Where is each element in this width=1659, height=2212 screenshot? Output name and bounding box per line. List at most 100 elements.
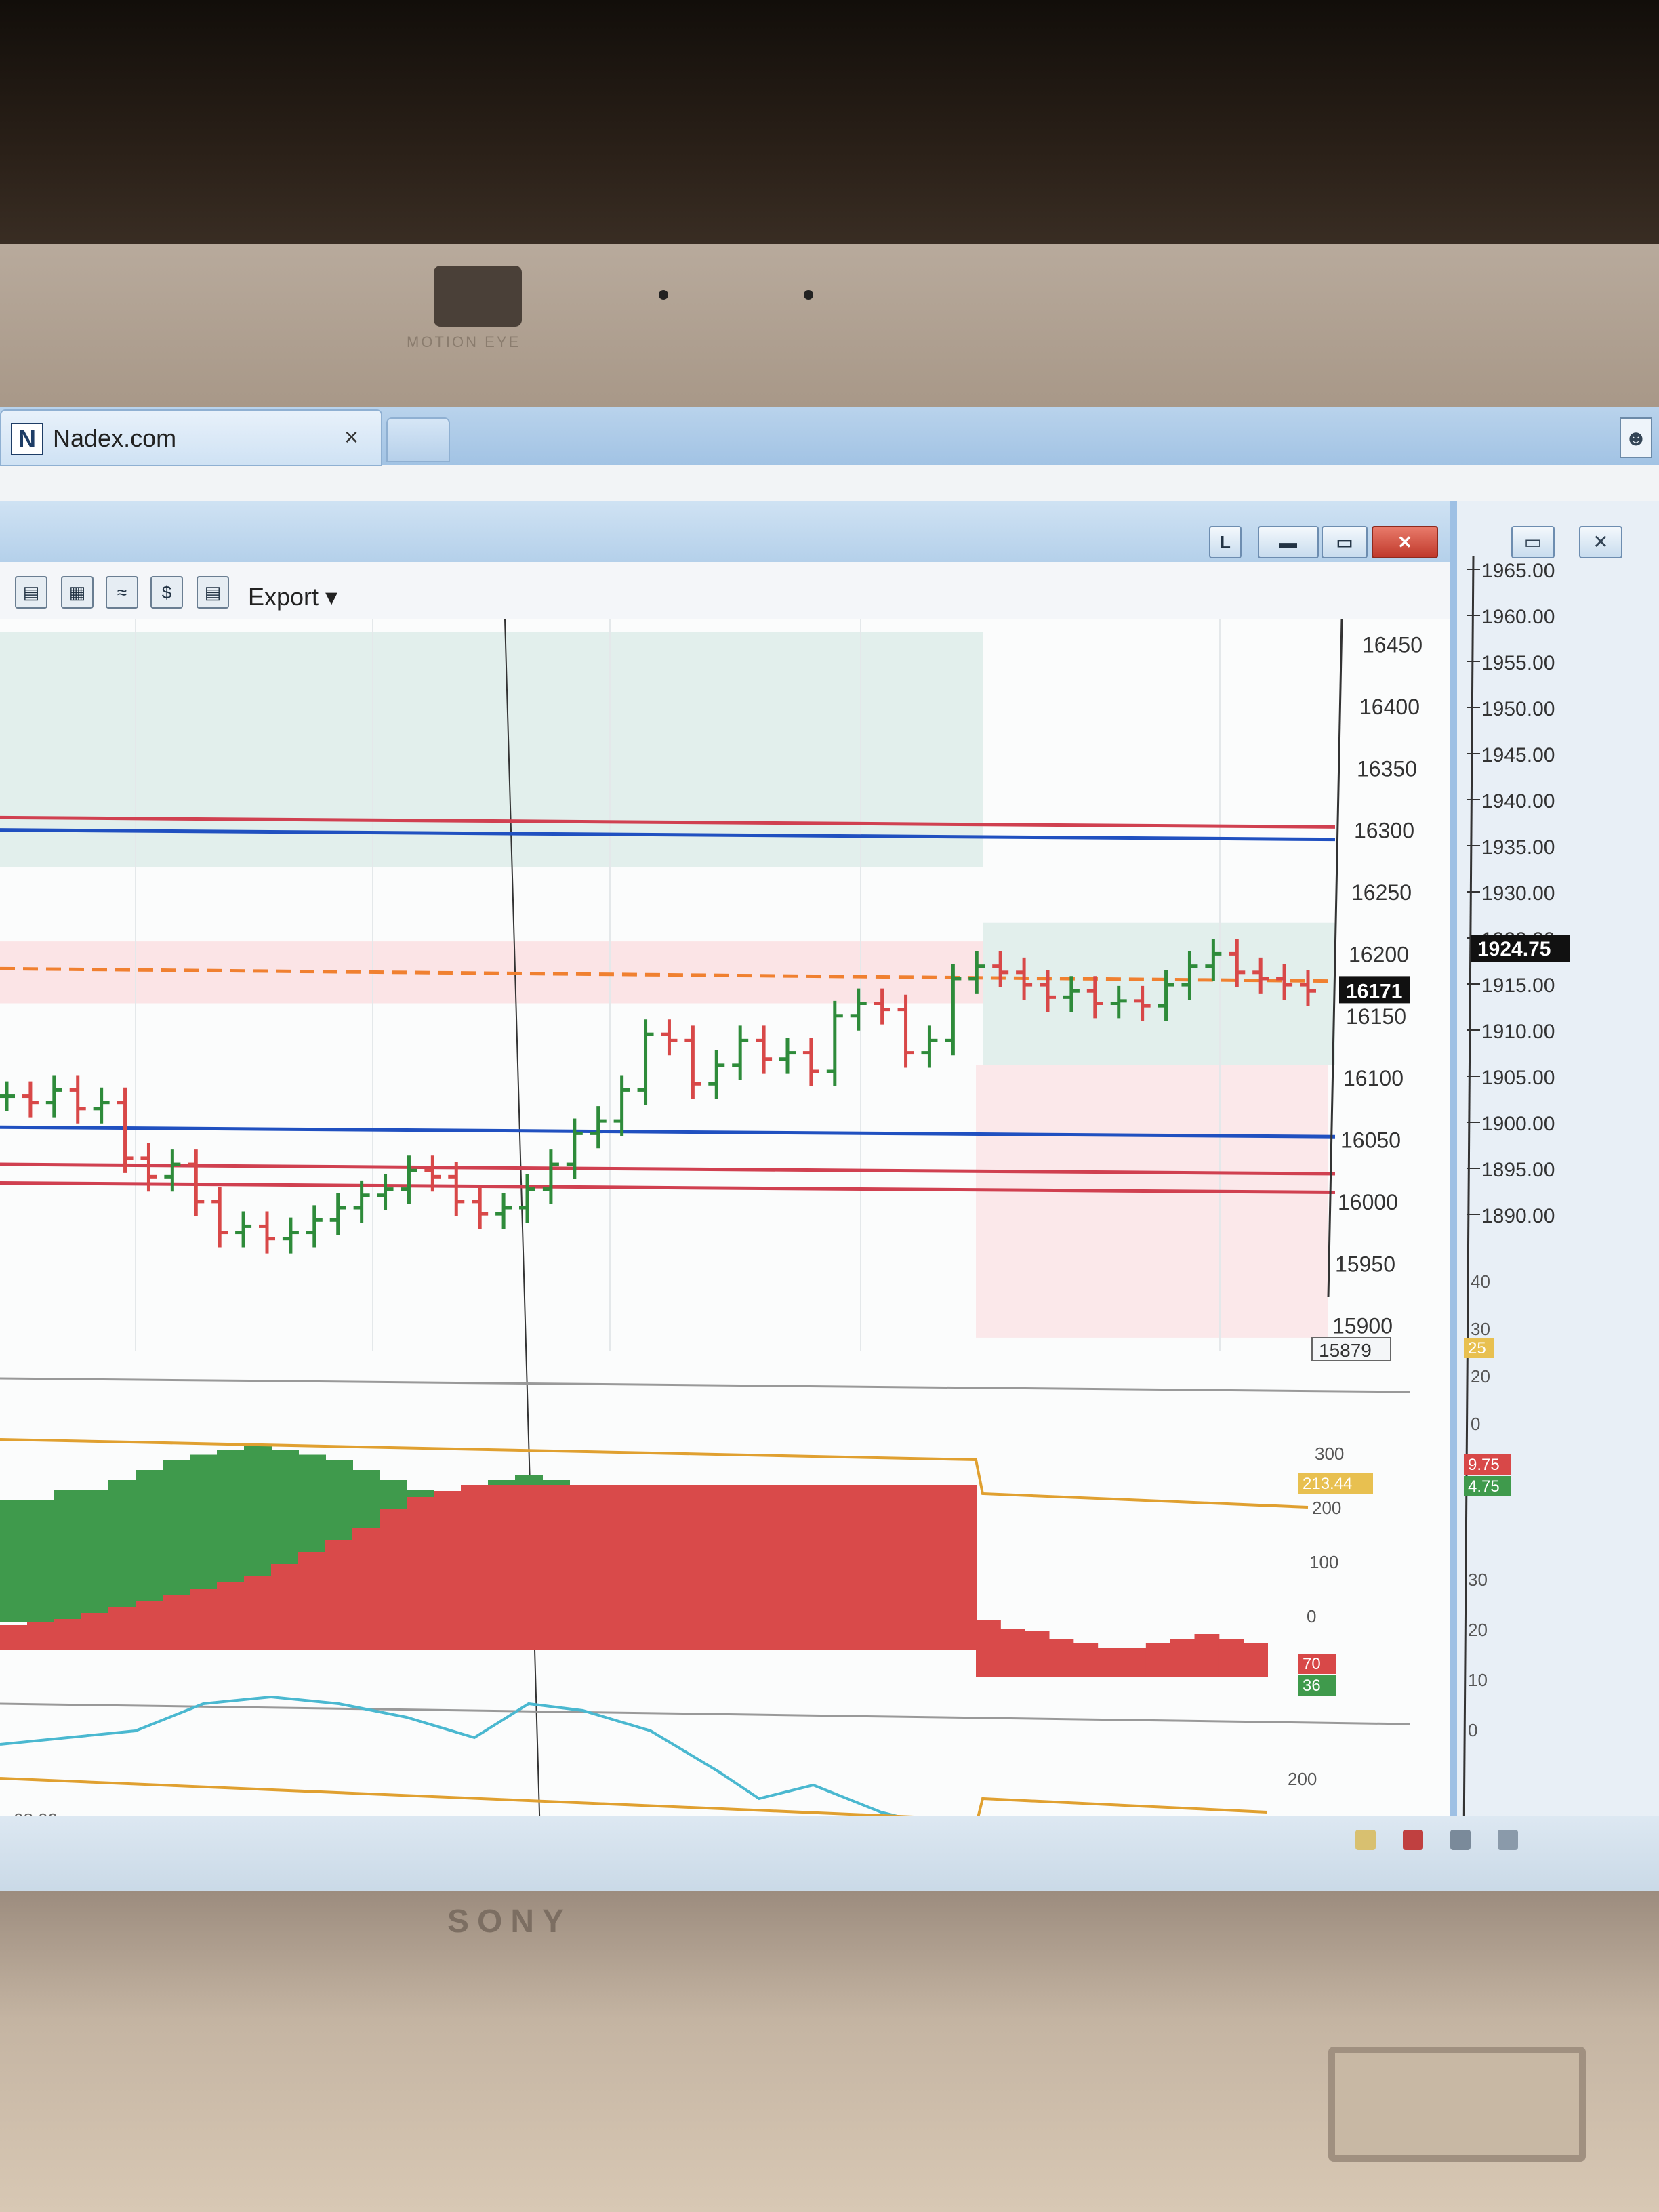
side-indicator-tick: 30	[1468, 1570, 1488, 1590]
ohlc-bar	[329, 1193, 346, 1235]
ohlc-bar	[661, 1019, 678, 1056]
price-tick-label: 15950	[1335, 1252, 1395, 1276]
panel-divider	[0, 1702, 1410, 1725]
ohlc-bar	[495, 1193, 512, 1229]
ohlc-bar	[211, 1186, 228, 1248]
close-button[interactable]: ✕	[1372, 526, 1438, 558]
volume-bar-red	[1170, 1639, 1195, 1677]
browser-tab[interactable]: N Nadex.com ×	[0, 409, 382, 466]
side-price-label: 1945.00	[1481, 744, 1555, 766]
side-price-label: 1915.00	[1481, 975, 1555, 997]
volume-bar-green	[0, 1500, 28, 1622]
volume-tick-label: 300	[1315, 1443, 1344, 1464]
ohlc-bar	[613, 1075, 630, 1136]
side-price-label: 1960.00	[1481, 606, 1555, 628]
ohlc-bar	[69, 1075, 86, 1124]
side-close-button[interactable]: ✕	[1579, 526, 1622, 558]
volume-bar-red	[407, 1497, 434, 1650]
ohlc-bar	[448, 1162, 465, 1216]
volume-bar-red	[488, 1485, 516, 1650]
bars-chart-icon[interactable]: ▤	[15, 576, 47, 609]
price-tick-label: 16150	[1346, 1004, 1406, 1029]
volume-bar-red	[542, 1485, 570, 1650]
volume-bar-green	[27, 1500, 55, 1622]
volume-bar-red	[1122, 1648, 1147, 1677]
tab-close-icon[interactable]: ×	[344, 423, 359, 451]
candles-chart-icon[interactable]: ▦	[61, 576, 94, 609]
volume-bar-red	[867, 1485, 895, 1650]
volume-bar-red	[1073, 1643, 1099, 1677]
shaded-zone	[983, 922, 1335, 1065]
volume-bar-red	[895, 1485, 922, 1650]
laptop-screen: N Nadex.com × ☻ L ▬ ▭ ✕ ▤ ▦ ≈ $ ▤ Export…	[0, 407, 1659, 1898]
volume-bar-red	[949, 1485, 977, 1650]
led-indicator	[804, 290, 813, 300]
volume-bar-red	[1145, 1643, 1171, 1677]
template-icon[interactable]: ▤	[197, 576, 229, 609]
price-tick-label: 16300	[1354, 819, 1414, 843]
side-indicator-tick: 20	[1468, 1620, 1488, 1640]
volume-badge-label: 213.44	[1303, 1475, 1352, 1493]
volume-bar-red	[27, 1622, 55, 1650]
new-tab-button[interactable]	[386, 417, 450, 462]
side-volume-tick: 0	[1471, 1414, 1480, 1434]
volume-bar-red	[163, 1595, 190, 1650]
price-tick-label: 16200	[1349, 942, 1409, 966]
chart-area[interactable]: 16450 16400 16350 16300 16250 16200 16150 16100…	[0, 619, 1450, 1898]
volume-badge-label: 70	[1303, 1655, 1321, 1673]
ohlc-bar	[45, 1075, 62, 1118]
volume-bar-green	[136, 1470, 163, 1622]
volume-bar-red	[190, 1589, 218, 1650]
side-indicator-tick: 0	[1468, 1720, 1477, 1740]
volume-bar-green	[54, 1490, 82, 1622]
volume-bar-red	[1048, 1639, 1074, 1677]
index-chart[interactable]: 1965.00 1960.00 1955.00 1950.00 1945.00 1940.…	[1457, 556, 1659, 1884]
tray-network-icon[interactable]	[1498, 1830, 1518, 1850]
volume-bar-red	[54, 1619, 82, 1650]
volume-bar-red	[1000, 1629, 1025, 1677]
tray-volume-icon[interactable]	[1450, 1830, 1471, 1850]
side-price-label: 1895.00	[1481, 1159, 1555, 1181]
volume-tick-label: 0	[1307, 1606, 1316, 1626]
tray-folder-icon[interactable]	[1355, 1830, 1376, 1850]
minimize-button[interactable]: ▬	[1258, 526, 1319, 558]
side-volume-tick: 20	[1471, 1366, 1490, 1387]
side-volume-tick: 30	[1471, 1319, 1490, 1339]
chart-toolbar: ▤ ▦ ≈ $ ▤ Export ▾	[0, 562, 1464, 619]
ohlc-bar	[756, 1025, 773, 1074]
volume-bar-red	[81, 1613, 109, 1650]
price-chart[interactable]: 16450 16400 16350 16300 16250 16200 16150 16100…	[0, 619, 1450, 1898]
volume-bar-red	[596, 1485, 624, 1650]
lock-window-button[interactable]: L	[1209, 526, 1242, 558]
ohlc-bar	[377, 1174, 394, 1210]
maximize-button[interactable]: ▭	[1322, 526, 1368, 558]
volume-bar-red	[325, 1540, 353, 1650]
side-indicator-tick: 10	[1468, 1670, 1488, 1690]
volume-bar-red	[976, 1620, 1001, 1677]
volume-bar-red	[1024, 1631, 1050, 1677]
tray-alert-icon[interactable]	[1403, 1830, 1423, 1850]
photo-background	[0, 0, 1659, 251]
ohlc-bar	[897, 994, 914, 1068]
restore-button[interactable]: ▭	[1511, 526, 1555, 558]
dollar-icon[interactable]: $	[150, 576, 183, 609]
laptop-bezel-top	[0, 244, 1659, 407]
price-tick-label: 16050	[1340, 1128, 1401, 1153]
user-icon[interactable]: ☻	[1620, 417, 1652, 458]
price-tick-label: 16250	[1351, 880, 1412, 905]
volume-bar-red	[461, 1485, 489, 1650]
side-volume-tick: 40	[1471, 1271, 1490, 1292]
price-tick-label: 16000	[1338, 1190, 1398, 1214]
nadex-logo-icon: N	[11, 423, 43, 455]
export-menu[interactable]: Export ▾	[248, 583, 337, 611]
side-price-label: 1940.00	[1481, 790, 1555, 813]
ohlc-bar	[779, 1038, 796, 1074]
panel-divider	[0, 1377, 1410, 1393]
side-badge-label: 4.75	[1468, 1477, 1500, 1496]
volume-bar-red	[298, 1552, 326, 1650]
volume-bar-red	[0, 1625, 28, 1650]
tab-title: Nadex.com	[53, 424, 177, 452]
line-chart-icon[interactable]: ≈	[106, 576, 138, 609]
volume-bar-red	[651, 1485, 678, 1650]
ohlc-bar	[637, 1019, 654, 1105]
